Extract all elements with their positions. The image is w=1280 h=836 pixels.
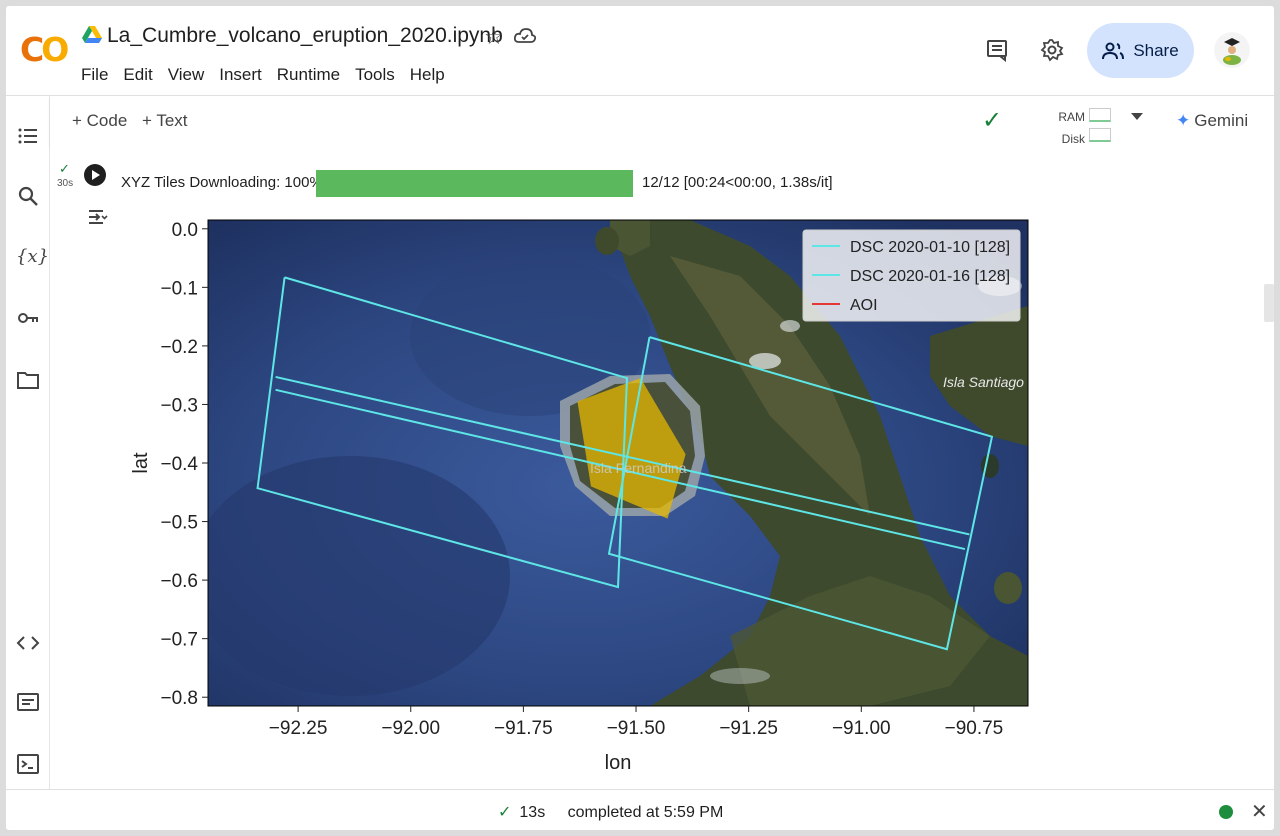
avatar[interactable] [1214, 32, 1250, 68]
share-button[interactable]: Share [1087, 23, 1194, 78]
ram-label: RAM [1058, 110, 1085, 124]
y-tick-label: −0.3 [160, 395, 198, 416]
secrets-key-icon[interactable] [16, 306, 40, 330]
add-text-label: Text [156, 111, 188, 130]
menu-help[interactable]: Help [410, 65, 445, 85]
legend-label: AOI [850, 297, 878, 314]
legend: DSC 2020-01-10 [128] DSC 2020-01-16 [128]… [802, 229, 1021, 322]
scrollbar-thumb[interactable] [1264, 284, 1274, 322]
notebook-title[interactable]: La_Cumbre_volcano_eruption_2020.ipynb [107, 24, 503, 48]
runtime-status-dot[interactable] [1219, 805, 1233, 819]
menu-file[interactable]: File [81, 65, 108, 85]
x-tick-label: −91.25 [719, 718, 778, 739]
terminal-icon[interactable] [16, 752, 40, 776]
y-tick-label: −0.7 [160, 630, 198, 651]
menu-view[interactable]: View [168, 65, 205, 85]
menu-tools[interactable]: Tools [355, 65, 395, 85]
gear-icon[interactable] [1040, 38, 1064, 62]
status-duration: 13s [519, 804, 546, 821]
command-palette-icon[interactable] [16, 690, 40, 714]
x-axis-label: lon [605, 752, 632, 774]
people-icon [1102, 42, 1125, 59]
y-tick-label: −0.8 [160, 688, 198, 709]
cloud-sync-icon[interactable] [514, 26, 536, 46]
y-tick-label: −0.2 [160, 337, 198, 358]
executed-check-icon: ✓ [59, 161, 70, 176]
add-code-button[interactable]: + Code [72, 111, 127, 131]
execution-time: 30s [57, 178, 74, 189]
progress-info: 12/12 [00:24<00:00, 1.38s/it] [642, 174, 833, 191]
menu-bar: File Edit View Insert Runtime Tools Help [81, 65, 460, 85]
table-of-contents-icon[interactable] [16, 124, 40, 148]
gemini-label: Gemini [1194, 111, 1249, 130]
x-tick-label: −92.25 [269, 718, 328, 739]
add-code-label: Code [86, 111, 128, 130]
x-tick-label: −91.50 [607, 718, 666, 739]
menu-insert[interactable]: Insert [219, 65, 262, 85]
google-drive-icon[interactable] [82, 26, 102, 44]
disk-usage-bar[interactable] [1089, 128, 1111, 142]
y-tick-label: −0.5 [160, 513, 198, 534]
status-completed: completed at 5:59 PM [567, 804, 724, 821]
gemini-spark-icon: ✦ [1176, 111, 1191, 130]
x-tick-label: −92.00 [381, 718, 440, 739]
progress-label: XYZ Tiles Downloading: 100% [121, 174, 323, 191]
share-label: Share [1133, 40, 1179, 60]
y-axis-label: lat [130, 452, 152, 474]
files-folder-icon[interactable] [16, 368, 40, 392]
y-tick-label: −0.4 [160, 454, 198, 475]
legend-label: DSC 2020-01-10 [128] [850, 239, 1010, 256]
left-sidebar: {x} [6, 96, 50, 789]
x-tick-label: −91.75 [494, 718, 553, 739]
legend-label: DSC 2020-01-16 [128] [850, 268, 1010, 285]
colab-logo[interactable]: CO [20, 30, 69, 69]
notebook-toolbar: + Code + Text ✓ RAM Disk ✦Gemini ︿ [50, 96, 1274, 146]
status-check-icon: ✓ [498, 804, 512, 821]
status-text: ✓ 13s completed at 5:59 PM [498, 802, 723, 822]
runtime-dropdown-icon[interactable] [1131, 113, 1143, 120]
gemini-button[interactable]: ✦ Gemini [1176, 111, 1248, 131]
code-snippets-icon[interactable] [16, 631, 40, 655]
menu-runtime[interactable]: Runtime [277, 65, 340, 85]
add-text-button[interactable]: + Text [142, 111, 188, 131]
close-icon[interactable]: ✕ [1251, 799, 1268, 824]
comments-icon[interactable] [985, 38, 1009, 62]
progress-fill [316, 170, 633, 197]
map-label-isla-fernandina: Isla Fernandina [590, 460, 687, 476]
x-tick-label: −90.75 [945, 718, 1004, 739]
map-plot: Isla Santiago Isla Fernandina −92.25 −92.… [130, 219, 1029, 774]
resources-labels[interactable]: RAM Disk [1015, 106, 1085, 150]
search-icon[interactable] [16, 184, 40, 208]
y-tick-label: −0.6 [160, 571, 198, 592]
star-icon[interactable]: ☆ [484, 24, 504, 50]
menu-edit[interactable]: Edit [123, 65, 152, 85]
y-tick-label: 0.0 [172, 220, 198, 241]
runtime-connected-icon[interactable]: ✓ [982, 106, 1002, 135]
y-tick-label: −0.1 [160, 278, 198, 299]
progress-bar [316, 170, 633, 197]
colab-window: CO La_Cumbre_volcano_eruption_2020.ipynb… [6, 6, 1274, 830]
status-bar: ✓ 13s completed at 5:59 PM ✕ [6, 789, 1274, 830]
map-label-isla-santiago: Isla Santiago [943, 374, 1024, 390]
run-cell-button[interactable] [84, 164, 106, 186]
ram-usage-bar[interactable] [1089, 108, 1111, 122]
variables-icon[interactable]: {x} [16, 246, 49, 270]
header: CO La_Cumbre_volcano_eruption_2020.ipynb… [6, 6, 1274, 96]
x-tick-label: −91.00 [832, 718, 891, 739]
